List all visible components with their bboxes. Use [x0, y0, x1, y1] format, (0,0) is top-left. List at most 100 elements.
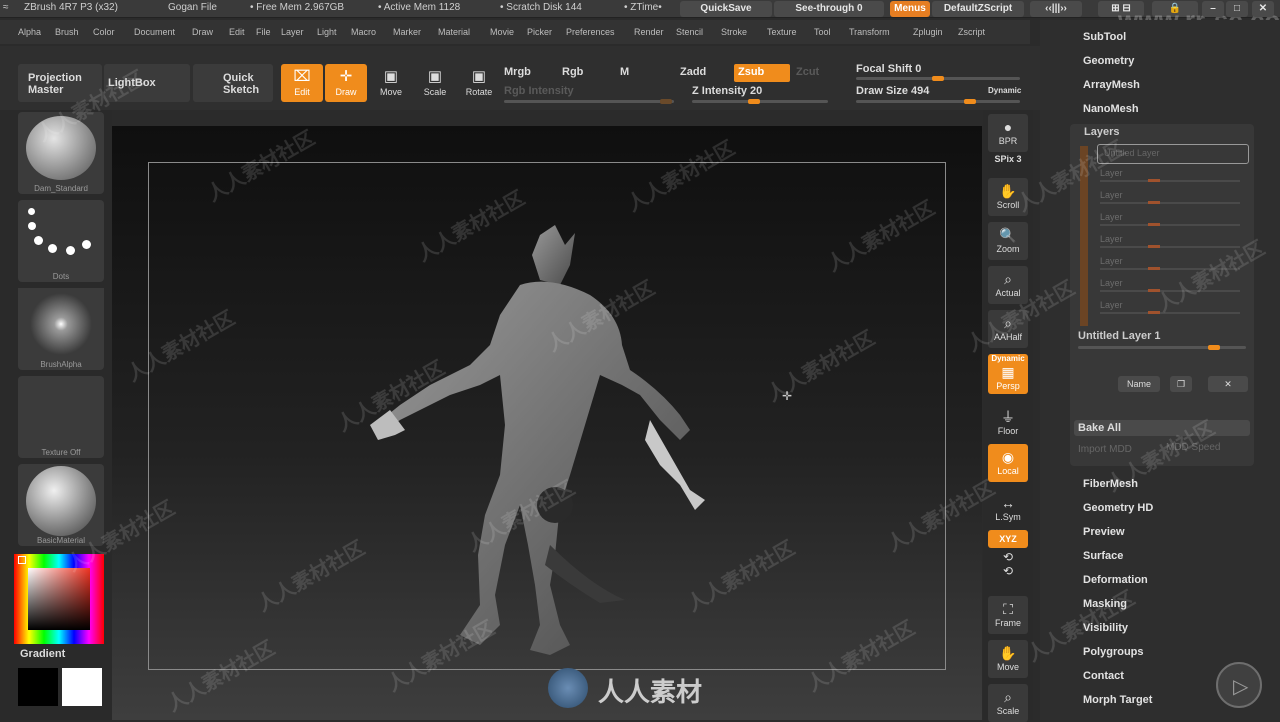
edit-button[interactable]: ⌧ Edit: [281, 64, 323, 102]
menu-macro[interactable]: Macro: [351, 27, 376, 37]
alpha-selector[interactable]: BrushAlpha: [18, 288, 104, 370]
palette-item-geometry-hd[interactable]: Geometry HD: [1083, 502, 1153, 514]
draw-button[interactable]: ✛ Draw: [325, 64, 367, 102]
layer-row-knob[interactable]: [1148, 267, 1160, 270]
menu-zplugin[interactable]: Zplugin: [913, 27, 943, 37]
m-button[interactable]: M: [620, 66, 629, 78]
color-saturation-square[interactable]: [28, 568, 90, 630]
persp-button[interactable]: Dynamic ▦ Persp: [988, 354, 1028, 394]
palette-item-deformation[interactable]: Deformation: [1083, 574, 1148, 586]
menu-preferences[interactable]: Preferences: [566, 27, 615, 37]
menu-transform[interactable]: Transform: [849, 27, 890, 37]
menu-alpha[interactable]: Alpha: [18, 27, 41, 37]
layer-delete-icon[interactable]: ✕: [1208, 376, 1248, 392]
main-color-swatch[interactable]: [62, 668, 102, 706]
mrgb-button[interactable]: Mrgb: [504, 66, 531, 78]
layer-intensity-knob[interactable]: [1208, 345, 1220, 350]
layer-row[interactable]: Layer: [1100, 190, 1123, 200]
layer-row-knob[interactable]: [1148, 179, 1160, 182]
layer-row-knob[interactable]: [1148, 245, 1160, 248]
draw-size-track[interactable]: [856, 99, 1020, 104]
scale-view-button[interactable]: ⌕ Scale: [988, 684, 1028, 722]
minimize-icon[interactable]: –: [1202, 1, 1224, 17]
palette-item-polygroups[interactable]: Polygroups: [1083, 646, 1144, 658]
focal-shift-knob[interactable]: [932, 76, 944, 81]
palette-item-subtool[interactable]: SubTool: [1083, 31, 1126, 43]
gradient-label[interactable]: Gradient: [20, 648, 65, 660]
menu-zscript[interactable]: Zscript: [958, 27, 985, 37]
move-button[interactable]: ▣ Move: [370, 64, 412, 102]
import-mdd-button[interactable]: Import MDD: [1078, 444, 1132, 455]
menu-picker[interactable]: Picker: [527, 27, 552, 37]
menu-stroke[interactable]: Stroke: [721, 27, 747, 37]
palette-item-morph-target[interactable]: Morph Target: [1083, 694, 1152, 706]
layout-toggle-icon[interactable]: ‹‹|||››: [1030, 1, 1082, 17]
texture-selector[interactable]: Texture Off: [18, 376, 104, 458]
dynamic-toggle[interactable]: Dynamic: [988, 86, 1021, 95]
layer-row[interactable]: Layer: [1100, 256, 1123, 266]
default-zscript-button[interactable]: DefaultZScript: [932, 1, 1024, 17]
close-icon[interactable]: ✕: [1252, 1, 1274, 17]
spix-slider[interactable]: SPix 3: [988, 154, 1028, 176]
z-intensity-slider[interactable]: Z Intensity 20: [692, 85, 762, 97]
layer-row[interactable]: Layer: [1100, 300, 1123, 310]
menu-render[interactable]: Render: [634, 27, 664, 37]
palette-item-geometry[interactable]: Geometry: [1083, 55, 1134, 67]
layer-row[interactable]: Layer: [1100, 234, 1123, 244]
menu-marker[interactable]: Marker: [393, 27, 421, 37]
menu-edit[interactable]: Edit: [229, 27, 245, 37]
menus-button[interactable]: Menus: [890, 1, 930, 17]
secondary-color-swatch[interactable]: [18, 668, 58, 706]
stroke-selector[interactable]: Dots: [18, 200, 104, 282]
floor-button[interactable]: ⏚ Floor: [988, 404, 1028, 442]
draw-size-slider[interactable]: Draw Size 494: [856, 85, 929, 97]
layer-row[interactable]: Layer: [1100, 212, 1123, 222]
layer-row[interactable]: Layer: [1100, 278, 1123, 288]
scale-button[interactable]: ▣ Scale: [414, 64, 456, 102]
layer-row-knob[interactable]: [1148, 201, 1160, 204]
rgb-button[interactable]: Rgb: [562, 66, 583, 78]
menu-layer[interactable]: Layer: [281, 27, 304, 37]
active-layer-label[interactable]: Untitled Layer 1: [1078, 330, 1161, 342]
menu-file[interactable]: File: [256, 27, 271, 37]
bpr-button[interactable]: ● BPR: [988, 114, 1028, 152]
z-intensity-knob[interactable]: [748, 99, 760, 104]
layer-row-slider[interactable]: [1100, 201, 1240, 204]
z-intensity-track[interactable]: [692, 99, 828, 104]
zoom-button[interactable]: 🔍 Zoom: [988, 222, 1028, 260]
menu-draw[interactable]: Draw: [192, 27, 213, 37]
focal-shift-track[interactable]: [856, 76, 1020, 81]
see-through-slider[interactable]: See-through 0: [774, 1, 884, 17]
layer-copy-icon[interactable]: ❐: [1170, 376, 1192, 392]
menu-stencil[interactable]: Stencil: [676, 27, 703, 37]
menu-tool[interactable]: Tool: [814, 27, 831, 37]
draw-size-knob[interactable]: [964, 99, 976, 104]
menu-texture[interactable]: Texture: [767, 27, 797, 37]
menu-brush[interactable]: Brush: [55, 27, 79, 37]
focal-shift-slider[interactable]: Focal Shift 0: [856, 63, 921, 75]
palette-item-arraymesh[interactable]: ArrayMesh: [1083, 79, 1140, 91]
rotate-button[interactable]: ▣ Rotate: [458, 64, 500, 102]
quicksave-button[interactable]: QuickSave: [680, 1, 772, 17]
layer-row-knob[interactable]: [1148, 311, 1160, 314]
rgb-intensity-slider[interactable]: Rgb Intensity: [504, 85, 574, 97]
layer-intensity-track[interactable]: [1078, 345, 1246, 350]
layer-row-slider[interactable]: [1100, 179, 1240, 182]
palette-item-contact[interactable]: Contact: [1083, 670, 1124, 682]
rgb-intensity-track[interactable]: [504, 99, 674, 104]
quick-sketch-button[interactable]: Quick Sketch: [193, 64, 273, 102]
menu-material[interactable]: Material: [438, 27, 470, 37]
layer-row-slider[interactable]: [1100, 223, 1240, 226]
bake-all-button[interactable]: Bake All: [1074, 420, 1250, 436]
maximize-icon[interactable]: □: [1226, 1, 1248, 17]
palette-item-preview[interactable]: Preview: [1083, 526, 1125, 538]
zadd-button[interactable]: Zadd: [680, 66, 706, 78]
rotate-axis-icons[interactable]: ⟲ ⟲: [988, 550, 1028, 586]
menu-document[interactable]: Document: [134, 27, 175, 37]
zsub-button[interactable]: Zsub: [734, 64, 790, 82]
menu-movie[interactable]: Movie: [490, 27, 514, 37]
zcut-button[interactable]: Zcut: [796, 66, 819, 78]
frame-button[interactable]: ⛶ Frame: [988, 596, 1028, 634]
rgb-intensity-knob[interactable]: [660, 99, 672, 104]
palette-item-nanomesh[interactable]: NanoMesh: [1083, 103, 1139, 115]
